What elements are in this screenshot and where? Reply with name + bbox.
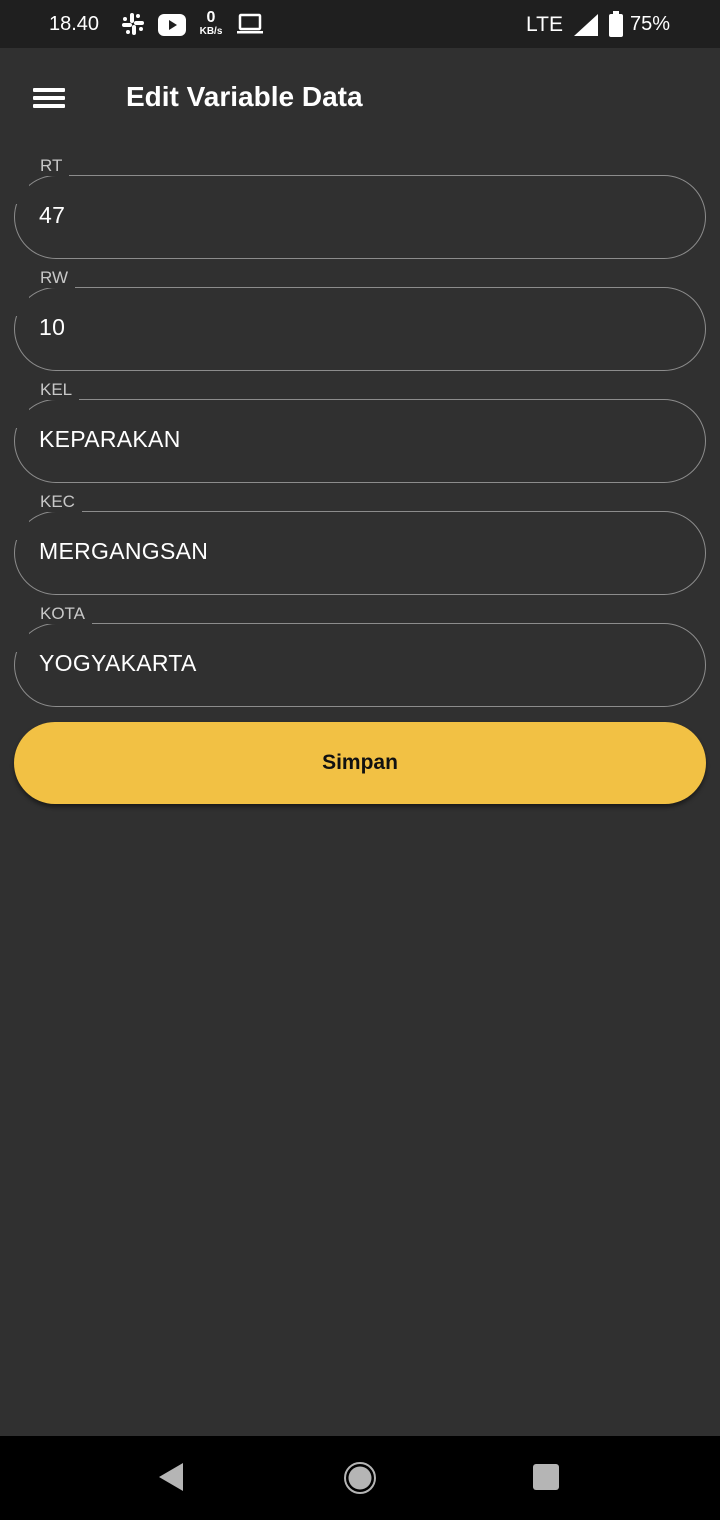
- field-outline-gap: [13, 286, 29, 316]
- hamburger-menu-icon[interactable]: [28, 82, 72, 114]
- battery-percent: 75%: [630, 13, 671, 35]
- kec-field[interactable]: KEC: [13, 492, 706, 595]
- kec-input[interactable]: [39, 538, 679, 565]
- save-button[interactable]: Simpan: [14, 722, 706, 804]
- app-bar: Edit Variable Data: [0, 48, 720, 148]
- youtube-icon: [158, 14, 186, 36]
- recent-apps-icon[interactable]: [533, 1464, 559, 1490]
- system-nav-bar: [0, 1436, 720, 1520]
- network-speed: 0 KB/s: [197, 10, 225, 38]
- rt-input[interactable]: [39, 202, 679, 229]
- kel-field[interactable]: KEL: [13, 380, 706, 483]
- network-type: LTE: [526, 13, 563, 36]
- slack-icon: [122, 13, 144, 35]
- rw-field[interactable]: RW: [13, 268, 706, 371]
- status-bar: 18.40 0 KB/s LTE 75%: [0, 0, 720, 48]
- field-outline-gap: [13, 510, 29, 540]
- rw-input[interactable]: [39, 314, 679, 341]
- kec-label: KEC: [33, 492, 82, 512]
- battery-icon: [609, 11, 623, 37]
- page-title: Edit Variable Data: [126, 81, 363, 112]
- kota-field[interactable]: KOTA: [13, 604, 706, 707]
- network-speed-value: 0: [206, 9, 216, 26]
- field-outline-gap: [13, 174, 29, 204]
- back-icon[interactable]: [157, 1461, 185, 1493]
- field-outline-gap: [13, 398, 29, 428]
- laptop-icon: [237, 13, 263, 34]
- rw-label: RW: [33, 268, 76, 288]
- status-time: 18.40: [49, 13, 100, 35]
- network-speed-unit: KB/s: [199, 26, 223, 37]
- rt-field[interactable]: RT: [13, 156, 706, 259]
- rt-label: RT: [33, 156, 70, 176]
- field-outline-gap: [13, 622, 29, 652]
- home-icon[interactable]: [343, 1461, 377, 1495]
- kota-label: KOTA: [33, 604, 93, 624]
- kel-input[interactable]: [39, 426, 679, 453]
- kel-label: KEL: [33, 380, 80, 400]
- kota-input[interactable]: [39, 650, 679, 677]
- signal-icon: [574, 14, 598, 36]
